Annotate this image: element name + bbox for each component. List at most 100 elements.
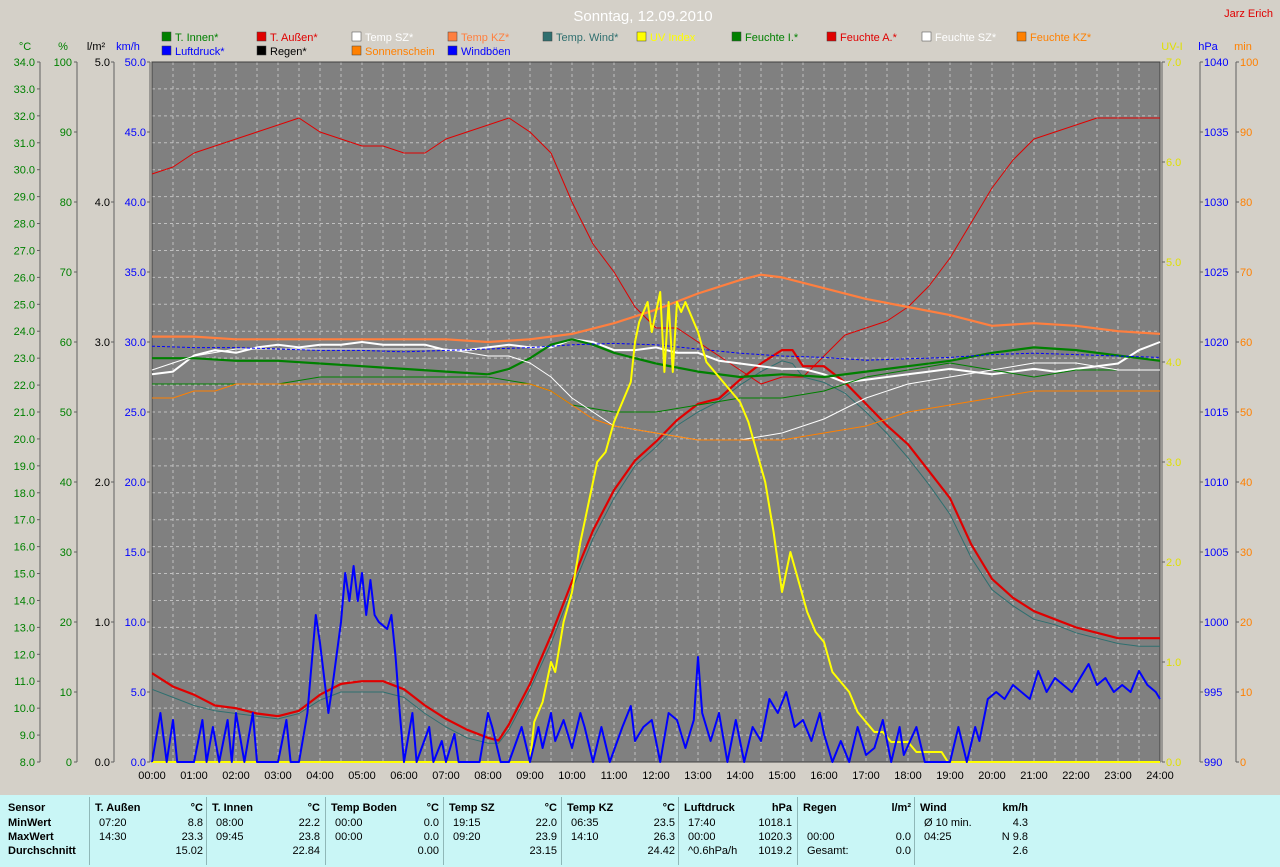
stats-avg-value: 22.84 — [292, 845, 320, 857]
x-tick-label: 10:00 — [558, 770, 586, 782]
axis-tick-pressure: 1025 — [1204, 267, 1228, 279]
x-tick-label: 18:00 — [894, 770, 922, 782]
axis-tick-pressure: 995 — [1204, 687, 1222, 699]
legend-swatch — [447, 45, 458, 56]
x-tick-label: 17:00 — [852, 770, 880, 782]
stats-column-divider — [206, 797, 207, 865]
axis-tick-pressure: 1005 — [1204, 547, 1228, 559]
legend-label: Regen* — [270, 46, 307, 58]
stats-avg-value: 15.02 — [175, 845, 203, 857]
stats-avg-value: 24.42 — [647, 845, 675, 857]
legend-swatch — [447, 31, 458, 42]
legend-swatch — [636, 31, 647, 42]
axis-tick-celsius: 28.0 — [14, 219, 35, 231]
axis-tick-uv: 6.0 — [1166, 157, 1181, 169]
stats-min-value: 22.0 — [535, 817, 557, 829]
stats-avg-value: 0.0 — [895, 845, 911, 857]
legend-label: Temp SZ* — [365, 32, 414, 44]
stats-max-value: 0.0 — [895, 831, 911, 843]
x-tick-label: 04:00 — [306, 770, 334, 782]
stats-avg-value: 0.00 — [417, 845, 439, 857]
stats-min-value: 1018.1 — [758, 817, 792, 829]
legend-swatch — [826, 31, 837, 42]
stats-column-divider — [325, 797, 326, 865]
stats-col-unit: °C — [544, 802, 557, 814]
legend-swatch — [161, 45, 172, 56]
axis-tick-wind: 35.0 — [125, 267, 146, 279]
axis-tick-minutes: 80 — [1240, 197, 1252, 209]
axis-unit-pressure: hPa — [1198, 41, 1218, 53]
stats-min-value: 23.5 — [653, 817, 675, 829]
legend-swatch — [351, 45, 362, 56]
stats-max-value: 23.8 — [298, 831, 320, 843]
axis-tick-percent: 90 — [60, 127, 72, 139]
legend-swatch — [1016, 31, 1027, 42]
axis-tick-minutes: 90 — [1240, 127, 1252, 139]
stats-col-unit: hPa — [771, 802, 792, 814]
stats-min-value: 4.3 — [1012, 817, 1028, 829]
x-tick-label: 06:00 — [390, 770, 418, 782]
axis-tick-minutes: 70 — [1240, 267, 1252, 279]
stats-column-divider — [797, 797, 798, 865]
axis-tick-rain: 3.0 — [95, 337, 110, 349]
row-label-sensor: Sensor — [8, 802, 46, 814]
axis-unit-celsius: °C — [19, 41, 31, 53]
axis-tick-uv: 7.0 — [1166, 57, 1181, 69]
x-tick-label: 21:00 — [1020, 770, 1048, 782]
axis-tick-percent: 0 — [66, 757, 72, 769]
stats-min-value: 22.2 — [298, 817, 320, 829]
axis-tick-uv: 1.0 — [1166, 657, 1181, 669]
author-label: Jarz Erich — [1224, 8, 1273, 20]
legend-swatch — [921, 31, 932, 42]
x-tick-label: 05:00 — [348, 770, 376, 782]
axis-tick-celsius: 21.0 — [14, 407, 35, 419]
axis-tick-pressure: 1030 — [1204, 197, 1228, 209]
x-tick-label: 16:00 — [810, 770, 838, 782]
legend-label: Temp KZ* — [461, 32, 510, 44]
stats-min-value: 0.0 — [423, 817, 439, 829]
axis-tick-celsius: 15.0 — [14, 569, 35, 581]
axis-tick-celsius: 19.0 — [14, 461, 35, 473]
axis-tick-celsius: 14.0 — [14, 595, 35, 607]
axis-tick-minutes: 60 — [1240, 337, 1252, 349]
axis-tick-minutes: 50 — [1240, 407, 1252, 419]
legend-label: UV Index — [650, 32, 696, 44]
axis-tick-minutes: 20 — [1240, 617, 1252, 629]
axis-tick-minutes: 40 — [1240, 477, 1252, 489]
axis-tick-wind: 10.0 — [125, 617, 146, 629]
stats-min-value: 8.8 — [187, 817, 203, 829]
x-tick-label: 07:00 — [432, 770, 460, 782]
axis-tick-minutes: 30 — [1240, 547, 1252, 559]
axis-tick-celsius: 30.0 — [14, 165, 35, 177]
axis-tick-percent: 100 — [54, 57, 72, 69]
x-tick-label: 12:00 — [642, 770, 670, 782]
axis-tick-celsius: 24.0 — [14, 326, 35, 338]
axis-unit-uv: UV-I — [1161, 41, 1182, 53]
x-tick-label: 00:00 — [138, 770, 166, 782]
stats-col-unit: °C — [662, 802, 675, 814]
x-tick-label: 13:00 — [684, 770, 712, 782]
stats-max-value: 23.3 — [181, 831, 203, 843]
x-tick-label: 03:00 — [264, 770, 292, 782]
stats-col-unit: °C — [426, 802, 439, 814]
axis-tick-celsius: 27.0 — [14, 245, 35, 257]
axis-tick-minutes: 100 — [1240, 57, 1258, 69]
axis-tick-rain: 1.0 — [95, 617, 110, 629]
stats-column-divider — [443, 797, 444, 865]
legend-swatch — [351, 31, 362, 42]
legend-swatch — [256, 45, 267, 56]
axis-tick-uv: 3.0 — [1166, 457, 1181, 469]
axis-tick-uv: 2.0 — [1166, 557, 1181, 569]
stats-column-divider — [914, 797, 915, 865]
legend-label: Luftdruck* — [175, 46, 225, 58]
stats-col-unit: km/h — [1002, 802, 1028, 814]
axis-tick-celsius: 18.0 — [14, 488, 35, 500]
axis-tick-wind: 50.0 — [125, 57, 146, 69]
axis-tick-celsius: 25.0 — [14, 299, 35, 311]
axis-tick-percent: 60 — [60, 337, 72, 349]
axis-tick-celsius: 33.0 — [14, 84, 35, 96]
axis-tick-celsius: 12.0 — [14, 649, 35, 661]
row-label-max: MaxWert — [8, 831, 54, 843]
axis-tick-uv: 0.0 — [1166, 757, 1181, 769]
axis-tick-rain: 4.0 — [95, 197, 110, 209]
